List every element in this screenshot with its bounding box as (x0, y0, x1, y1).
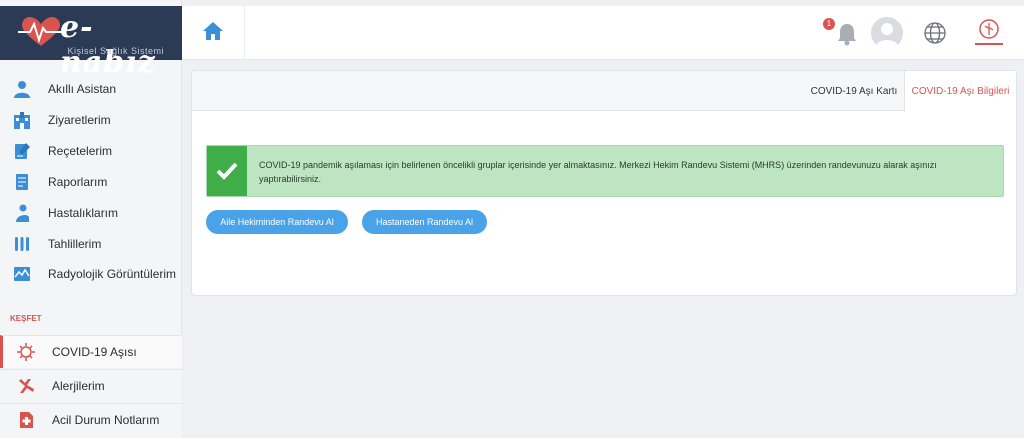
tab-bar: COVID-19 Aşı Kartı COVID-19 Aşı Bilgiler… (192, 71, 1016, 112)
sidebar-item-label: COVID-19 Aşısı (52, 345, 137, 359)
virus-icon (16, 342, 36, 362)
eligibility-alert: COVID-19 pandemik aşılaması için belirle… (206, 145, 1004, 197)
hospital-icon (12, 110, 32, 130)
test-tubes-icon (12, 234, 32, 254)
top-bar: 1 (182, 6, 1024, 60)
sidebar-item-tahlillerim[interactable]: Tahlillerim (0, 229, 182, 259)
sidebar-item-label: Hastalıklarım (48, 206, 119, 220)
patient-icon (12, 203, 32, 223)
brand-subtitle: Kişisel Sağlık Sistemi (67, 46, 164, 56)
person-icon (12, 79, 32, 99)
sidebar-item-acil-durum-notlarim[interactable]: Acil Durum Notlarım (0, 403, 182, 436)
sidebar-item-label: Radyolojik Görüntülerim (48, 267, 177, 281)
family-doctor-appointment-button[interactable]: Aile Hekiminden Randevu Al (206, 210, 348, 234)
divider (244, 6, 245, 60)
sidebar-item-label: Tahlillerim (48, 237, 102, 251)
vaccine-card-panel: COVID-19 Aşı Kartı COVID-19 Aşı Bilgiler… (191, 70, 1017, 296)
report-icon (12, 172, 32, 192)
sidebar-item-ziyaretlerim[interactable]: Ziyaretlerim (0, 105, 182, 135)
brand-logo[interactable]: e-nabız Kişisel Sağlık Sistemi (0, 6, 182, 80)
radiology-icon (12, 264, 32, 284)
sidebar-item-label: Akıllı Asistan (48, 82, 117, 96)
checkmark-icon (207, 146, 247, 196)
sidebar-item-recetelerim[interactable]: Reçetelerim (0, 136, 182, 166)
avatar[interactable] (871, 17, 903, 49)
heart-pulse-icon (18, 17, 64, 46)
sidebar-item-label: Raporlarım (48, 175, 108, 189)
brand-title: e-nabız (60, 10, 156, 80)
sidebar-item-radyolojik-goruntulerim[interactable]: Radyolojik Görüntülerim (0, 259, 182, 289)
sidebar: e-nabız Kişisel Sağlık Sistemi Akıllı As… (0, 0, 182, 438)
alert-message: COVID-19 pandemik aşılaması için belirle… (259, 160, 937, 184)
home-icon[interactable] (202, 20, 224, 42)
sidebar-item-label: Acil Durum Notlarım (52, 413, 160, 427)
notification-badge: 1 (823, 18, 835, 30)
hospital-appointment-button[interactable]: Hastaneden Randevu Al (362, 210, 487, 234)
tab-covid-asi-karti[interactable]: COVID-19 Aşı Kartı (804, 71, 904, 111)
sidebar-item-covid-19-asisi[interactable]: COVID-19 Aşısı (0, 335, 182, 368)
globe-icon[interactable] (923, 21, 947, 45)
sidebar-item-akilli-asistan[interactable]: Akıllı Asistan (0, 74, 182, 104)
tab-covid-asi-bilgileri[interactable]: COVID-19 Aşı Bilgileri (904, 71, 1016, 112)
ministry-logo[interactable] (969, 16, 1009, 52)
sidebar-item-label: Reçetelerim (48, 144, 113, 158)
sidebar-item-raporlarim[interactable]: Raporlarım (0, 167, 182, 197)
emergency-notes-icon (16, 410, 36, 430)
sidebar-item-alerjilerim[interactable]: Alerjilerim (0, 369, 182, 402)
prescription-icon (12, 141, 32, 161)
bell-icon[interactable] (836, 22, 858, 46)
sidebar-item-label: Ziyaretlerim (48, 113, 111, 127)
allergy-icon (16, 376, 36, 396)
section-label-kesfet: KEŞFET (10, 314, 42, 323)
sidebar-item-label: Alerjilerim (52, 379, 105, 393)
sidebar-item-hastaliklarim[interactable]: Hastalıklarım (0, 198, 182, 228)
